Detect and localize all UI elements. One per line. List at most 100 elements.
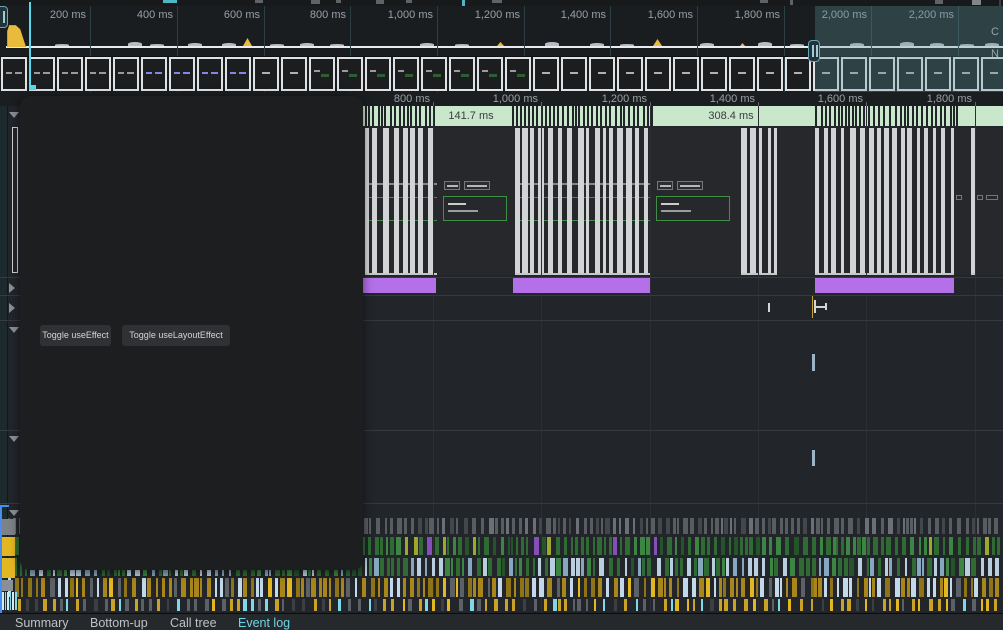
flame-event-bar: [519, 558, 522, 576]
tab-event-log[interactable]: Event log: [238, 616, 290, 630]
flame-event-bar: [296, 578, 300, 597]
filmstrip-thumbnail[interactable]: [645, 57, 671, 91]
flame-event-bar: [928, 518, 931, 534]
flame-event-bar: [950, 578, 952, 597]
flame-event-bar: [706, 578, 710, 597]
filmstrip-thumbnail[interactable]: [701, 57, 727, 91]
interaction-tick[interactable]: [768, 303, 770, 312]
tab-call-tree[interactable]: Call tree: [170, 616, 217, 630]
flame-event-bar: [493, 537, 496, 555]
filmstrip-thumbnail[interactable]: [617, 57, 643, 91]
mini-page-screenshot[interactable]: [440, 128, 513, 275]
frame-boundary-stripe: [637, 106, 639, 126]
timeline-event-tick[interactable]: [812, 450, 815, 466]
frames-track[interactable]: 141.7 ms308.4 ms: [363, 106, 1003, 126]
flame-event-bar: [881, 537, 884, 555]
animation-event-bar[interactable]: [363, 278, 436, 293]
filmstrip-thumbnail[interactable]: [309, 57, 335, 91]
timeline-overview-minimap[interactable]: C N 200 ms400 ms600 ms800 ms1,000 ms1,20…: [0, 6, 1003, 93]
overview-window-right-handle[interactable]: [808, 40, 820, 62]
tab-summary[interactable]: Summary: [15, 616, 68, 630]
track-collapse-arrow-expanded[interactable]: [9, 112, 19, 118]
mini-page-screenshot[interactable]: [954, 128, 969, 275]
filmstrip-thumbnail[interactable]: [85, 57, 111, 91]
mini-button-dash: [977, 195, 983, 200]
animation-event-bar[interactable]: [513, 278, 650, 293]
filmstrip-thumbnail[interactable]: [141, 57, 167, 91]
filmstrip-thumbnail[interactable]: [505, 57, 531, 91]
filmstrip-thumbnail[interactable]: [197, 57, 223, 91]
filmstrip-thumbnail[interactable]: [421, 57, 447, 91]
filmstrip-thumbnail[interactable]: [393, 57, 419, 91]
flame-event-bar: [856, 599, 859, 611]
flame-event-bar: [643, 599, 646, 611]
flame-event-bar: [646, 518, 648, 534]
flame-event-bar: [576, 558, 580, 576]
filmstrip-thumbnail[interactable]: [337, 57, 363, 91]
filmstrip-thumbnail[interactable]: [281, 57, 307, 91]
flame-event-bar: [664, 599, 667, 611]
flame-event-bar: [594, 599, 596, 611]
tab-bottom-up[interactable]: Bottom-up: [90, 616, 148, 630]
flame-event-bar: [355, 578, 357, 597]
filmstrip-thumbnail[interactable]: [561, 57, 587, 91]
flame-event-bar: [981, 599, 983, 611]
flame-event-bar: [669, 578, 672, 597]
filmstrip-thumbnail[interactable]: [1, 57, 27, 91]
flame-event-bar: [141, 599, 144, 611]
filmstrip-thumbnail[interactable]: [225, 57, 251, 91]
filmstrip-thumbnail[interactable]: [729, 57, 755, 91]
flame-event-bar: [557, 578, 560, 597]
flame-event-bar: [994, 599, 997, 611]
flame-event-bar: [756, 578, 758, 597]
frame-screenshot-edge-fragment: [12, 127, 18, 273]
flame-event-bar: [867, 537, 870, 555]
filmstrip-thumbnail[interactable]: [57, 57, 83, 91]
track-collapse-arrow-expanded[interactable]: [9, 436, 19, 442]
overview-window-left-handle[interactable]: [0, 6, 8, 28]
filmstrip-thumbnail[interactable]: [757, 57, 783, 91]
filmstrip-thumbnail[interactable]: [449, 57, 475, 91]
mini-page-screenshot[interactable]: [975, 128, 1003, 275]
frame-boundary-stripe: [855, 106, 857, 126]
frame-boundary-stripe: [419, 106, 421, 126]
track-collapse-arrow-collapsed[interactable]: [9, 283, 15, 293]
flame-event-bar: [599, 558, 604, 576]
cpu-activity-bump: [620, 44, 634, 46]
filmstrip-thumbnail[interactable]: [589, 57, 615, 91]
flame-event-bar: [912, 558, 916, 576]
timeline-event-tick[interactable]: [812, 354, 815, 371]
flame-event-bar: [364, 518, 368, 534]
flame-event-bar: [803, 518, 807, 534]
flame-event-bar: [456, 558, 460, 576]
flame-event-bar: [837, 578, 839, 597]
filmstrip-thumbnail[interactable]: [477, 57, 503, 91]
flame-event-bar: [634, 578, 639, 597]
filmstrip-thumbnail[interactable]: [113, 57, 139, 91]
flame-event-bar: [265, 599, 268, 611]
filmstrip-thumbnail[interactable]: [253, 57, 279, 91]
flame-event-bar: [775, 578, 779, 597]
track-collapse-arrow-expanded[interactable]: [9, 327, 19, 333]
screenshot-frame-bar: [626, 128, 632, 275]
animation-event-bar[interactable]: [815, 278, 954, 293]
flame-event-bar: [174, 578, 177, 597]
mini-toggle-useeffect-button: [444, 181, 460, 190]
flame-event-bar: [753, 599, 756, 611]
track-collapse-arrow-expanded[interactable]: [9, 510, 19, 516]
filmstrip-thumbnail[interactable]: [365, 57, 391, 91]
flame-event-bar: [453, 537, 456, 555]
thumbnail-button-dash: [99, 72, 106, 74]
filmstrip-thumbnail[interactable]: [169, 57, 195, 91]
filmstrip-thumbnail[interactable]: [785, 57, 811, 91]
frame-screenshots-band[interactable]: [363, 128, 1003, 275]
filmstrip-thumbnail[interactable]: [673, 57, 699, 91]
flame-event-bar: [437, 518, 439, 534]
filmstrip-thumbnail[interactable]: [533, 57, 559, 91]
track-collapse-arrow-collapsed[interactable]: [9, 303, 15, 313]
mini-page-screenshot[interactable]: [653, 128, 736, 275]
thumbnail-green-box-dash: [405, 74, 413, 77]
flame-event-bar: [335, 578, 339, 597]
cpu-row-label: C: [991, 26, 999, 38]
flame-event-bar: [721, 518, 723, 534]
